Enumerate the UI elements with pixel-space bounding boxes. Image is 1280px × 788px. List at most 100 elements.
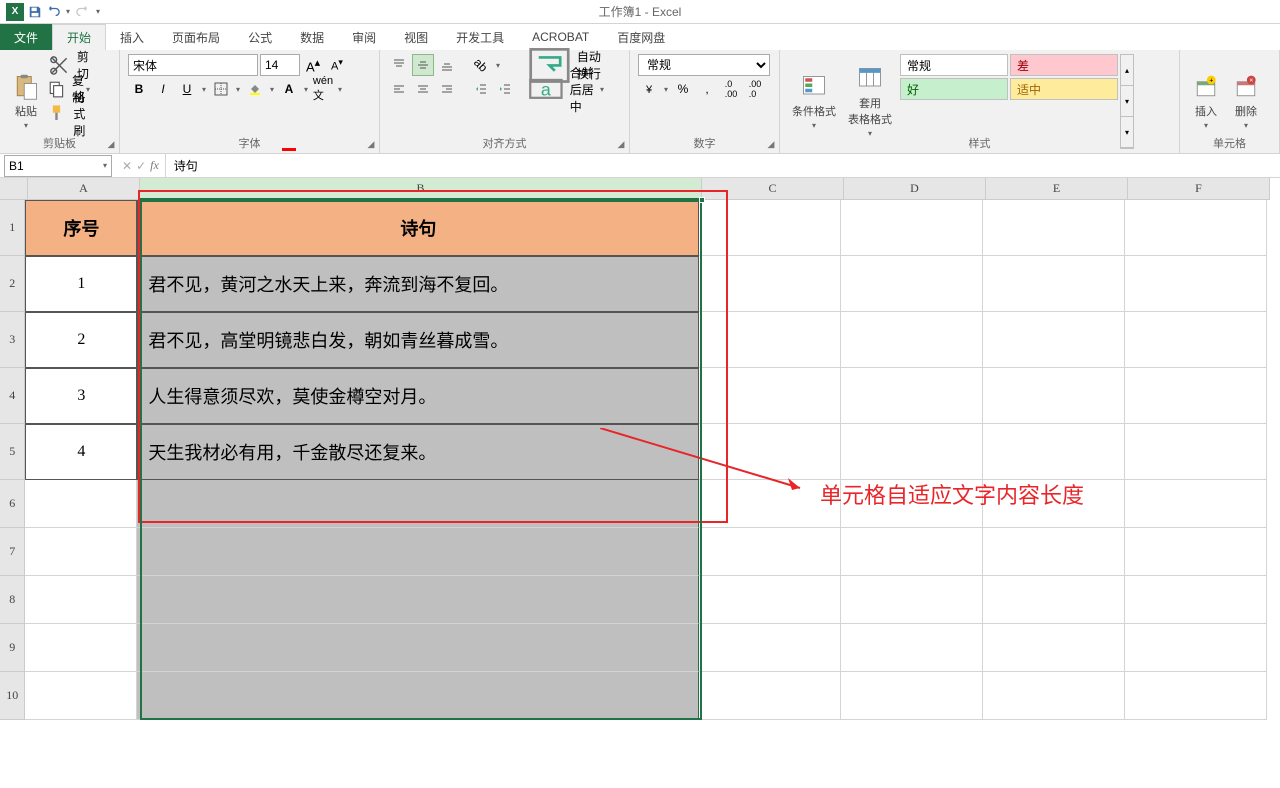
cell-B4[interactable]: 人生得意须尽欢，莫使金樽空对月。 bbox=[137, 368, 699, 424]
cell-C10[interactable] bbox=[699, 672, 841, 720]
cell-B3[interactable]: 君不见，高堂明镜悲白发，朝如青丝暮成雪。 bbox=[137, 312, 699, 368]
cell-B7[interactable] bbox=[137, 528, 699, 576]
tab-data[interactable]: 数据 bbox=[286, 24, 338, 50]
cell-A9[interactable] bbox=[25, 624, 137, 672]
cell-style-neutral[interactable]: 适中 bbox=[1010, 78, 1118, 100]
row-header-8[interactable]: 8 bbox=[0, 576, 25, 624]
undo-icon[interactable] bbox=[46, 5, 60, 19]
row-header-7[interactable]: 7 bbox=[0, 528, 25, 576]
cell-style-good[interactable]: 好 bbox=[900, 78, 1008, 100]
cancel-formula-icon[interactable]: ✕ bbox=[122, 159, 132, 173]
tab-file[interactable]: 文件 bbox=[0, 24, 52, 50]
font-color-button[interactable]: A bbox=[278, 78, 300, 100]
col-header-E[interactable]: E bbox=[986, 178, 1128, 200]
percent-button[interactable]: % bbox=[672, 78, 694, 100]
cell-B10[interactable] bbox=[137, 672, 699, 720]
tab-insert[interactable]: 插入 bbox=[106, 24, 158, 50]
cell-F9[interactable] bbox=[1125, 624, 1267, 672]
align-bottom-button[interactable] bbox=[436, 54, 458, 76]
cell-B5[interactable]: 天生我材必有用，千金散尽还复来。 bbox=[137, 424, 699, 480]
tab-view[interactable]: 视图 bbox=[390, 24, 442, 50]
cell-E3[interactable] bbox=[983, 312, 1125, 368]
cell-B9[interactable] bbox=[137, 624, 699, 672]
cell-D8[interactable] bbox=[841, 576, 983, 624]
cell-A8[interactable] bbox=[25, 576, 137, 624]
cell-C9[interactable] bbox=[699, 624, 841, 672]
cell-E2[interactable] bbox=[983, 256, 1125, 312]
align-middle-button[interactable] bbox=[412, 54, 434, 76]
align-right-button[interactable] bbox=[436, 78, 458, 100]
tab-baidu[interactable]: 百度网盘 bbox=[603, 24, 679, 50]
cell-D10[interactable] bbox=[841, 672, 983, 720]
cell-A2[interactable]: 1 bbox=[25, 256, 137, 312]
borders-button[interactable] bbox=[210, 78, 232, 100]
row-header-5[interactable]: 5 bbox=[0, 424, 25, 480]
col-header-B[interactable]: B bbox=[140, 178, 702, 200]
row-header-10[interactable]: 10 bbox=[0, 672, 25, 720]
italic-button[interactable]: I bbox=[152, 78, 174, 100]
row-header-4[interactable]: 4 bbox=[0, 368, 25, 424]
tab-home[interactable]: 开始 bbox=[52, 24, 106, 50]
cell-E1[interactable] bbox=[983, 200, 1125, 256]
cell-A1[interactable]: 序号 bbox=[25, 200, 137, 256]
cell-A4[interactable]: 3 bbox=[25, 368, 137, 424]
cell-C7[interactable] bbox=[699, 528, 841, 576]
cell-A7[interactable] bbox=[25, 528, 137, 576]
cell-A3[interactable]: 2 bbox=[25, 312, 137, 368]
cell-C4[interactable] bbox=[699, 368, 841, 424]
redo-icon[interactable] bbox=[76, 5, 90, 19]
undo-dropdown[interactable]: ▾ bbox=[64, 7, 72, 16]
col-header-D[interactable]: D bbox=[844, 178, 986, 200]
cell-A6[interactable] bbox=[25, 480, 137, 528]
cell-E10[interactable] bbox=[983, 672, 1125, 720]
decrease-indent-button[interactable] bbox=[470, 78, 492, 100]
number-launcher[interactable]: ◢ bbox=[765, 139, 777, 151]
cell-E5[interactable] bbox=[983, 424, 1125, 480]
tab-layout[interactable]: 页面布局 bbox=[158, 24, 234, 50]
col-header-C[interactable]: C bbox=[702, 178, 844, 200]
cell-D1[interactable] bbox=[841, 200, 983, 256]
fill-color-button[interactable] bbox=[244, 78, 266, 100]
bold-button[interactable]: B bbox=[128, 78, 150, 100]
row-header-9[interactable]: 9 bbox=[0, 624, 25, 672]
cell-D7[interactable] bbox=[841, 528, 983, 576]
row-header-3[interactable]: 3 bbox=[0, 312, 25, 368]
tab-formulas[interactable]: 公式 bbox=[234, 24, 286, 50]
align-center-button[interactable] bbox=[412, 78, 434, 100]
align-left-button[interactable] bbox=[388, 78, 410, 100]
cell-D3[interactable] bbox=[841, 312, 983, 368]
align-top-button[interactable] bbox=[388, 54, 410, 76]
number-format-select[interactable]: 常规 bbox=[638, 54, 770, 76]
merge-center-button[interactable]: a合并后居中▾ bbox=[528, 78, 604, 100]
cell-E4[interactable] bbox=[983, 368, 1125, 424]
cell-B2[interactable]: 君不见，黄河之水天上来，奔流到海不复回。 bbox=[137, 256, 699, 312]
cell-F7[interactable] bbox=[1125, 528, 1267, 576]
cell-E8[interactable] bbox=[983, 576, 1125, 624]
col-header-A[interactable]: A bbox=[28, 178, 140, 200]
cell-C8[interactable] bbox=[699, 576, 841, 624]
clipboard-launcher[interactable]: ◢ bbox=[105, 139, 117, 151]
cell-F1[interactable] bbox=[1125, 200, 1267, 256]
increase-decimal-button[interactable]: .0.00 bbox=[720, 78, 742, 100]
cell-F5[interactable] bbox=[1125, 424, 1267, 480]
name-box[interactable]: B1▾ bbox=[4, 155, 112, 177]
qat-customize[interactable]: ▾ bbox=[94, 7, 102, 16]
cell-B6[interactable] bbox=[137, 480, 699, 528]
cell-E9[interactable] bbox=[983, 624, 1125, 672]
cell-C3[interactable] bbox=[699, 312, 841, 368]
row-header-2[interactable]: 2 bbox=[0, 256, 25, 312]
cell-F2[interactable] bbox=[1125, 256, 1267, 312]
font-launcher[interactable]: ◢ bbox=[365, 139, 377, 151]
accounting-format-button[interactable]: ¥ bbox=[638, 78, 660, 100]
cell-F4[interactable] bbox=[1125, 368, 1267, 424]
cell-C1[interactable] bbox=[699, 200, 841, 256]
cell-F10[interactable] bbox=[1125, 672, 1267, 720]
underline-button[interactable]: U bbox=[176, 78, 198, 100]
cell-A5[interactable]: 4 bbox=[25, 424, 137, 480]
cell-C5[interactable] bbox=[699, 424, 841, 480]
cell-B8[interactable] bbox=[137, 576, 699, 624]
enter-formula-icon[interactable]: ✓ bbox=[136, 159, 146, 173]
font-name-select[interactable] bbox=[128, 54, 258, 76]
cell-F6[interactable] bbox=[1125, 480, 1267, 528]
phonetic-button[interactable]: wén文 bbox=[312, 78, 334, 100]
